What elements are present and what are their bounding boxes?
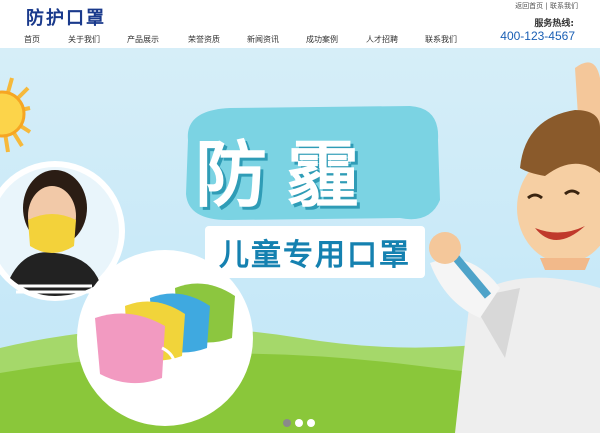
contact-link[interactable]: 联系我们	[550, 2, 578, 10]
nav-item-cases[interactable]: 成功案例	[306, 34, 338, 45]
top-links-separator: |	[545, 2, 548, 10]
nav-item-honors[interactable]: 荣誉资质	[188, 34, 220, 45]
slider-dot-1[interactable]	[283, 419, 291, 427]
site-logo[interactable]: 防护口罩	[26, 4, 106, 30]
site-header: 防护口罩 返回首页 | 联系我们 服务热线: 400-123-4567 首页 关…	[0, 0, 600, 48]
nav-item-about[interactable]: 关于我们	[68, 34, 100, 45]
nav-item-home[interactable]: 首页	[24, 34, 40, 45]
nav-item-careers[interactable]: 人才招聘	[366, 34, 398, 45]
top-links: 返回首页 | 联系我们	[515, 1, 578, 11]
sun-icon	[0, 77, 32, 153]
slider-dot-3[interactable]	[307, 419, 315, 427]
hotline-label: 服务热线:	[534, 19, 574, 29]
hero-banner[interactable]: 防霾 儿童专用口罩	[0, 48, 600, 433]
nav-item-news[interactable]: 新闻资讯	[247, 34, 279, 45]
nav-item-contact[interactable]: 联系我们	[425, 34, 457, 45]
slider-dot-2[interactable]	[295, 419, 303, 427]
nav-item-products[interactable]: 产品展示	[127, 34, 159, 45]
slider-dots	[283, 412, 319, 431]
hotline-number: 400-123-4567	[500, 29, 575, 43]
banner-subtitle: 儿童专用口罩	[205, 226, 425, 278]
banner-headline: 防霾	[195, 132, 380, 217]
home-link[interactable]: 返回首页	[515, 2, 543, 10]
